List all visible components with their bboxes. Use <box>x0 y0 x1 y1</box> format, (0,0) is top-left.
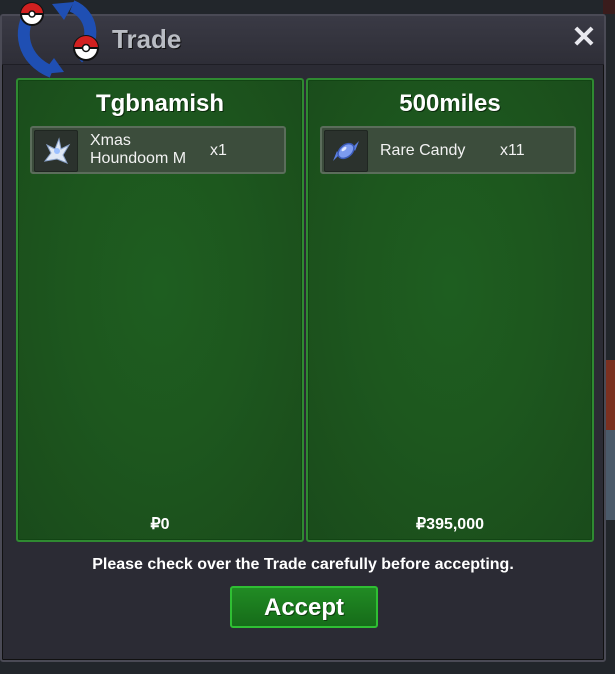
partner-offer-panel: 500miles Rare Candy x11 ₽395,000 <box>306 78 594 542</box>
money-offer: ₽0 <box>150 516 170 533</box>
item-quantity: x11 <box>500 142 525 159</box>
close-icon[interactable]: ✕ <box>570 23 598 53</box>
item-name-line: Xmas <box>90 132 131 149</box>
trade-warning-text: Please check over the Trade carefully be… <box>92 556 514 573</box>
trade-item-slot[interactable]: Xmas Houndoom M x1 <box>30 126 286 174</box>
window-title: Trade <box>112 24 182 54</box>
trade-item-slot[interactable]: Rare Candy x11 <box>320 126 576 174</box>
accept-button[interactable]: Accept <box>230 586 378 628</box>
money-offer: ₽395,000 <box>415 516 484 533</box>
trader-name: 500miles <box>399 90 501 117</box>
item-quantity: x1 <box>210 142 227 159</box>
item-name-line: Houndoom M <box>90 150 187 167</box>
trade-window: Trade ✕ Tgbnamish Xmas Houndoom M x1 ₽0 … <box>0 0 606 662</box>
xmas-houndoom-sprite-icon <box>34 130 78 172</box>
item-name: Rare Candy <box>380 142 466 159</box>
your-offer-panel: Tgbnamish Xmas Houndoom M x1 ₽0 <box>16 78 304 542</box>
background-scene-edge <box>603 0 615 14</box>
rare-candy-icon <box>324 130 368 172</box>
trader-name: Tgbnamish <box>95 90 224 117</box>
trade-logo-icon <box>17 0 99 78</box>
